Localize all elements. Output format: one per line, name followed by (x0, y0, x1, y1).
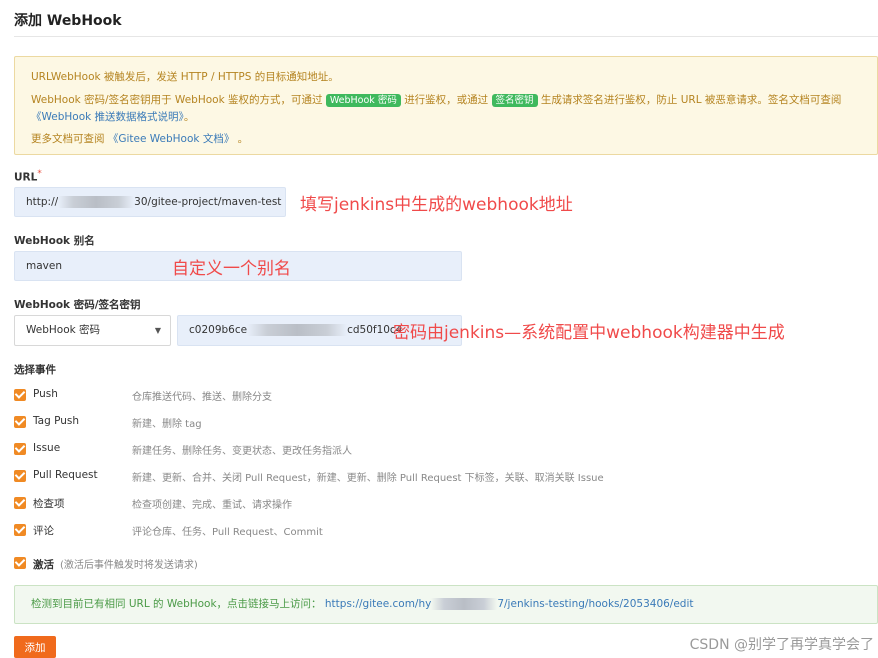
notice-auth-text-a: WebHook 密码/签名密钥用于 WebHook 鉴权的方式，可通过 (31, 94, 323, 106)
event-desc: 新建、删除 tag (132, 419, 202, 430)
page-title: 添加 WebHook (14, 13, 122, 29)
notice-line-url: URLWebHook 被触发后，发送 HTTP / HTTPS 的目标通知地址。 (31, 71, 339, 83)
event-desc: 检查项创建、完成、重试、请求操作 (132, 500, 292, 511)
notice-format-suffix: 。 (183, 111, 195, 123)
event-comment: 评论 评论仓库、任务、Pull Request、Commit (14, 523, 714, 539)
url-annotation: 填写jenkins中生成的webhook地址 (300, 195, 573, 215)
secret-type-value: WebHook 密码 (26, 324, 101, 336)
duplicate-webhook-alert: 检测到目前已有相同 URL 的 WebHook，点击链接马上访问： https:… (14, 585, 878, 624)
info-notice: URLWebHook 被触发后，发送 HTTP / HTTPS 的目标通知地址。… (14, 56, 878, 155)
secret-value-prefix: c0209b6ce (189, 324, 248, 336)
event-tag-push: Tag Push 新建、删除 tag (14, 415, 714, 431)
checkbox-checked-icon[interactable] (14, 557, 26, 569)
add-button[interactable]: 添加 (14, 636, 56, 658)
activate-row: 激活 (激活后事件触发时将发送请求) (14, 556, 714, 572)
badge-signing-key: 签名密钥 (491, 94, 538, 107)
event-name: 检查项 (33, 498, 65, 510)
event-name: Tag Push (33, 415, 80, 427)
notice-line-docs: 更多文档可查阅 《Gitee WebHook 文档》 。 (31, 131, 248, 146)
caret-down-icon: ▼ (154, 326, 161, 335)
checkbox-checked-icon[interactable] (14, 389, 26, 401)
required-mark: * (37, 169, 42, 179)
event-name: 评论 (33, 525, 54, 537)
url-label-text: URL (14, 171, 38, 184)
notice-docs-text-a: 更多文档可查阅 (31, 133, 105, 145)
checkbox-checked-icon[interactable] (14, 443, 26, 455)
redacted-blur (58, 196, 135, 208)
event-desc: 新建、更新、合并、关闭 Pull Request，新建、更新、删除 Pull R… (132, 473, 604, 484)
activate-label-text: 激活 (33, 559, 54, 571)
badge-webhook-password: WebHook 密码 (325, 94, 401, 107)
link-suffix: 7/jenkins-testing/hooks/2053406/edit (497, 598, 694, 610)
activate-hint: (激活后事件触发时将发送请求) (60, 560, 198, 571)
alias-annotation: 自定义一个别名 (172, 259, 291, 279)
event-name: Pull Request (33, 469, 98, 481)
event-desc: 仓库推送代码、推送、删除分支 (132, 392, 272, 403)
event-name: Issue (33, 442, 61, 454)
secret-label: WebHook 密码/签名密钥 (14, 299, 141, 311)
link-prefix: https://gitee.com/hy (324, 598, 432, 610)
url-value-suffix: 30/gitee-project/maven-test (134, 196, 282, 208)
alert-text: 检测到目前已有相同 URL 的 WebHook，点击链接马上访问： (31, 598, 322, 610)
secret-annotation: 密码由jenkins—系统配置中webhook构建器中生成 (393, 323, 785, 343)
event-check: 检查项 检查项创建、完成、重试、请求操作 (14, 496, 714, 512)
event-name: Push (33, 388, 58, 400)
notice-line-format: 《WebHook 推送数据格式说明》。 (31, 109, 194, 124)
alias-label: WebHook 别名 (14, 235, 95, 247)
notice-line-auth: WebHook 密码/签名密钥用于 WebHook 鉴权的方式，可通过 WebH… (31, 92, 841, 107)
event-desc: 评论仓库、任务、Pull Request、Commit (132, 527, 323, 538)
event-push: Push 仓库推送代码、推送、删除分支 (14, 388, 714, 404)
events-label: 选择事件 (14, 364, 56, 376)
gitee-webhook-doc-link[interactable]: 《Gitee WebHook 文档》 (108, 133, 234, 145)
checkbox-checked-icon[interactable] (14, 524, 26, 536)
checkbox-checked-icon[interactable] (14, 497, 26, 509)
push-format-doc-link[interactable]: 《WebHook 推送数据格式说明》 (31, 111, 184, 123)
existing-webhook-link[interactable]: https://gitee.com/hy 7/jenkins-testing/ho… (325, 598, 694, 610)
url-value-prefix: http:// (26, 196, 59, 208)
redacted-blur (431, 598, 498, 610)
event-pull-request: Pull Request 新建、更新、合并、关闭 Pull Request，新建… (14, 469, 714, 485)
event-issue: Issue 新建任务、删除任务、变更状态、更改任务指派人 (14, 442, 714, 458)
notice-docs-text-b: 。 (237, 133, 249, 145)
secret-type-select[interactable]: WebHook 密码 ▼ (14, 315, 171, 346)
notice-auth-text-b: 进行鉴权，或通过 (404, 94, 489, 106)
url-label: URL* (14, 169, 42, 184)
checkbox-checked-icon[interactable] (14, 470, 26, 482)
activate-label: 激活 (激活后事件触发时将发送请求) (33, 556, 198, 572)
notice-auth-text-c: 生成请求签名进行鉴权，防止 URL 被恶意请求。签名文档可查阅 (540, 94, 842, 106)
event-desc: 新建任务、删除任务、变更状态、更改任务指派人 (132, 446, 352, 457)
title-divider (14, 36, 878, 37)
redacted-blur (247, 324, 348, 336)
checkbox-checked-icon[interactable] (14, 416, 26, 428)
url-input[interactable]: http:// 30/gitee-project/maven-test (14, 187, 286, 217)
watermark: CSDN @别学了再学真学会了 (689, 637, 874, 653)
